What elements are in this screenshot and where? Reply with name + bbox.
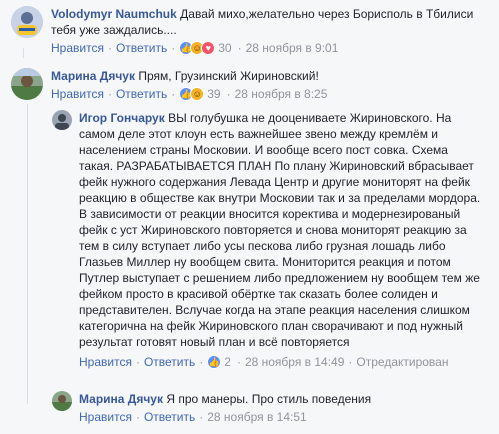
like-link[interactable]: Нравится bbox=[79, 409, 132, 425]
comment-body: Прям, Грузинский Жириновский! bbox=[138, 69, 319, 83]
haha-icon: ☺ bbox=[190, 87, 205, 101]
like-link[interactable]: Нравится bbox=[79, 354, 132, 370]
reply-comment: Игор Гончарук ВЫ голубушка не дооценивае… bbox=[52, 110, 492, 370]
reply-comment: Марина Дячук Я про манеры. Про стиль пов… bbox=[52, 391, 492, 425]
comment-actions: Нравится · Ответить · 👍 ☺ 39 · 28 ноября… bbox=[51, 86, 328, 102]
edited-label[interactable]: Отредактирован bbox=[356, 354, 448, 370]
like-link[interactable]: Нравится bbox=[51, 86, 104, 102]
timestamp[interactable]: 28 ноября в 9:01 bbox=[246, 40, 339, 56]
timestamp[interactable]: 28 ноября в 8:25 bbox=[235, 86, 328, 102]
thread-line bbox=[27, 104, 28, 404]
comment-body: Я про манеры. Про стиль поведения bbox=[166, 392, 372, 406]
comment: Марина Дячук Прям, Грузинский Жириновски… bbox=[11, 68, 491, 102]
comment-body: ВЫ голубушка не дооцениваете Жириновског… bbox=[79, 111, 481, 349]
avatar-image bbox=[52, 110, 72, 130]
love-icon: ♥ bbox=[201, 41, 216, 55]
reply-link[interactable]: Ответить bbox=[116, 86, 167, 102]
like-link[interactable]: Нравится bbox=[51, 40, 104, 56]
reaction-count: 30 bbox=[218, 41, 232, 55]
reactions-summary[interactable]: 👍 ☺ ♥ 30 bbox=[179, 40, 232, 56]
reply-link[interactable]: Ответить bbox=[144, 354, 195, 370]
comment-text-block: Volodymyr Naumchuk Давай михо,желательно… bbox=[51, 6, 481, 38]
reaction-count: 39 bbox=[207, 87, 221, 101]
avatar-image bbox=[52, 391, 72, 411]
comment-text-block: Игор Гончарук ВЫ голубушка не дооценивае… bbox=[79, 110, 481, 350]
avatar-image bbox=[11, 6, 43, 38]
like-icon: 👍 bbox=[207, 355, 222, 369]
timestamp[interactable]: 28 ноября в 14:49 bbox=[245, 354, 344, 370]
timestamp[interactable]: 28 ноября в 14:51 bbox=[207, 409, 306, 425]
avatar[interactable] bbox=[11, 68, 43, 100]
reply-link[interactable]: Ответить bbox=[116, 40, 167, 56]
comment-text-block: Марина Дячук Прям, Грузинский Жириновски… bbox=[51, 68, 481, 84]
avatar[interactable] bbox=[11, 6, 43, 38]
reply-link[interactable]: Ответить bbox=[144, 409, 195, 425]
avatar[interactable] bbox=[52, 110, 72, 130]
comment: Volodymyr Naumchuk Давай михо,желательно… bbox=[11, 6, 491, 56]
reactions-summary[interactable]: 👍 2 bbox=[207, 354, 231, 370]
comment-author[interactable]: Игор Гончарук bbox=[79, 111, 165, 125]
comment-author[interactable]: Volodymyr Naumchuk bbox=[51, 7, 177, 21]
avatar[interactable] bbox=[52, 391, 72, 411]
comment-actions: Нравится · Ответить · 👍 2 · 28 ноября в … bbox=[79, 354, 449, 370]
comment-text-block: Марина Дячук Я про манеры. Про стиль пов… bbox=[79, 391, 481, 407]
comment-author[interactable]: Марина Дячук bbox=[51, 69, 135, 83]
comment-actions: Нравится · Ответить · 28 ноября в 14:51 bbox=[79, 409, 307, 425]
reaction-count: 2 bbox=[224, 355, 231, 369]
reactions-summary[interactable]: 👍 ☺ 39 bbox=[179, 86, 221, 102]
comment-actions: Нравится · Ответить · 👍 ☺ ♥ 30 · 28 нояб… bbox=[51, 40, 339, 56]
avatar-image bbox=[11, 68, 43, 100]
comment-author[interactable]: Марина Дячук bbox=[79, 392, 163, 406]
